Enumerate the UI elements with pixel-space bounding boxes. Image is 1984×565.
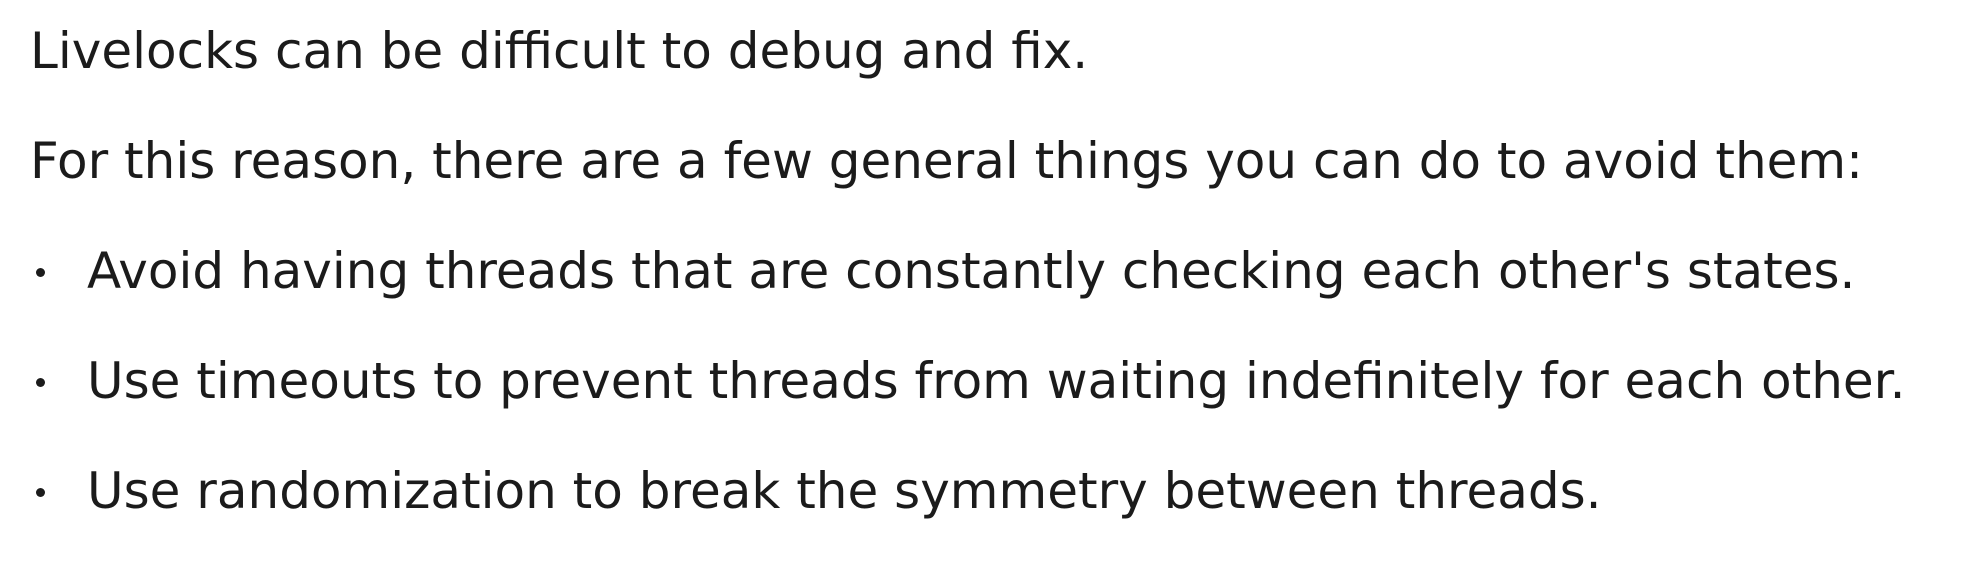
bullet-icon bbox=[36, 488, 45, 497]
list-item-text: Use randomization to break the symmetry … bbox=[87, 462, 1602, 520]
bullet-icon bbox=[36, 378, 45, 387]
lead-in-paragraph: For this reason, there are a few general… bbox=[30, 132, 1863, 190]
list-item-text: Use timeouts to prevent threads from wai… bbox=[87, 352, 1906, 410]
intro-paragraph: Livelocks can be difficult to debug and … bbox=[30, 22, 1089, 80]
list-item-text: Avoid having threads that are constantly… bbox=[87, 242, 1856, 300]
bullet-icon bbox=[36, 268, 45, 277]
